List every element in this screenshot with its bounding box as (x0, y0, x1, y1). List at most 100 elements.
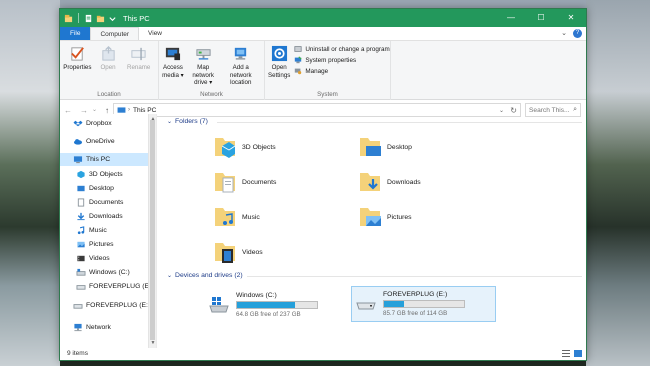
details-view-icon[interactable] (562, 350, 570, 357)
new-folder-quick-icon[interactable] (96, 14, 105, 23)
pictures-folder-icon (360, 208, 381, 226)
chevron-down-icon[interactable]: ⌄ (167, 272, 172, 279)
nav-item-pictures[interactable]: Pictures (76, 240, 114, 249)
music-icon (77, 226, 85, 235)
map-drive-label-2: drive ▾ (194, 79, 213, 86)
3d-objects-icon (77, 170, 85, 179)
nav-item-label: Network (86, 324, 111, 331)
videos-folder-icon (215, 243, 235, 263)
drive-name: FOREVERPLUG (E:) (383, 291, 448, 298)
add-location-label-1: Add a network (229, 64, 252, 79)
tab-computer[interactable]: Computer (90, 27, 140, 40)
nav-item-desktop[interactable]: Desktop (76, 184, 114, 193)
nav-item-onedrive[interactable]: OneDrive (73, 137, 115, 146)
chevron-down-icon[interactable]: ⌄ (167, 118, 172, 125)
help-icon[interactable]: ? (573, 29, 582, 38)
nav-item-music[interactable]: Music (76, 226, 107, 235)
properties-quick-icon[interactable] (84, 14, 93, 23)
close-button[interactable]: ✕ (556, 9, 586, 27)
ribbon-group-network: Access media ▾ Map network drive ▾ Add a… (159, 41, 265, 100)
downloads-folder-icon (360, 173, 380, 191)
folder-label: Desktop (387, 144, 412, 151)
usb-drive-icon (73, 304, 83, 309)
drives-section-header[interactable]: ⌄ Devices and drives (2) (167, 272, 243, 279)
nav-pane-scrollbar[interactable]: ▲ ▼ (148, 114, 156, 348)
drive-foreverplug-e[interactable]: FOREVERPLUG (E:) 85.7 GB free of 114 GB (351, 286, 496, 322)
folder-documents[interactable]: Documents (213, 169, 276, 196)
documents-folder-icon (215, 173, 235, 193)
ribbon-expand-icon[interactable]: ⌄ (561, 29, 567, 38)
section-divider (217, 122, 582, 123)
window-controls: — ☐ ✕ (496, 9, 586, 27)
quick-access-toolbar (60, 13, 117, 23)
nav-item-label: FOREVERPLUG (E:) (89, 283, 154, 290)
nav-item-foreverplug-e-root[interactable]: FOREVERPLUG (E:) (73, 301, 150, 310)
nav-item-documents[interactable]: Documents (76, 198, 123, 207)
folder-downloads[interactable]: Downloads (358, 169, 421, 196)
drive-info: FOREVERPLUG (E:) 85.7 GB free of 114 GB (383, 291, 465, 317)
system-properties-button[interactable]: System properties (294, 56, 389, 64)
open-settings-label-2: Settings (268, 71, 291, 79)
nav-item-this-pc[interactable]: This PC (60, 153, 148, 166)
tab-view[interactable]: View (139, 27, 171, 40)
file-explorer-window: This PC — ☐ ✕ File Computer View ⌄ ? Pro… (59, 8, 587, 361)
rename-icon (131, 47, 146, 61)
address-dropdown-icon[interactable]: ⌄ (499, 107, 504, 114)
windows-drive-icon (76, 268, 86, 276)
explorer-body: Dropbox OneDrive This PC 3D Objects Desk… (60, 114, 586, 348)
nav-item-dropbox[interactable]: Dropbox (73, 119, 112, 128)
maximize-button[interactable]: ☐ (526, 9, 556, 27)
nav-item-network[interactable]: Network (73, 323, 111, 332)
drive-windows-c[interactable]: Windows (C:) 64.8 GB free of 237 GB (205, 288, 350, 322)
drive-usage-fill (384, 301, 404, 307)
nav-item-downloads[interactable]: Downloads (76, 212, 123, 221)
status-bar: 9 items (60, 348, 586, 360)
folder-pictures[interactable]: Pictures (358, 204, 412, 231)
drive-usage-bar (383, 300, 465, 308)
properties-icon (70, 47, 84, 61)
drive-usage-fill (237, 302, 296, 308)
folder-music[interactable]: Music (213, 204, 260, 231)
usb-drive-icon (76, 285, 86, 290)
downloads-icon (77, 212, 85, 221)
usb-drive-icon (356, 302, 376, 310)
folder-videos[interactable]: Videos (213, 239, 263, 266)
ribbon-group-label-network: Network (200, 91, 223, 98)
documents-icon (77, 198, 85, 207)
nav-item-windows-c[interactable]: Windows (C:) (76, 268, 130, 277)
uninstall-program-button[interactable]: Uninstall or change a program (294, 45, 390, 53)
app-icon[interactable] (64, 14, 73, 23)
desktop-background-left (0, 0, 60, 366)
rename-label: Rename (126, 64, 151, 71)
nav-item-foreverplug-e[interactable]: FOREVERPLUG (E:) (76, 282, 153, 291)
network-icon (74, 323, 82, 332)
nav-item-label: Dropbox (86, 120, 112, 127)
breadcrumb-chevron-icon[interactable]: › (128, 107, 130, 113)
open-settings-label-1: Open (271, 64, 287, 71)
manage-button[interactable]: Manage (294, 67, 389, 75)
folder-desktop[interactable]: Desktop (358, 134, 412, 161)
nav-item-3d-objects[interactable]: 3D Objects (76, 170, 123, 179)
search-placeholder: Search This... (529, 106, 570, 114)
dropbox-icon (73, 120, 83, 127)
manage-icon (295, 68, 302, 75)
search-icon[interactable]: ⌕ (573, 106, 577, 114)
nav-item-label: Music (89, 227, 107, 234)
folder-label: Music (242, 214, 260, 221)
chevron-down-icon[interactable] (108, 14, 117, 23)
folders-section-header[interactable]: ⌄ Folders (7) (167, 118, 208, 125)
nav-item-videos[interactable]: Videos (76, 254, 110, 263)
manage-label: Manage (305, 67, 329, 75)
large-icons-view-icon[interactable] (574, 350, 582, 357)
media-server-icon (166, 47, 181, 61)
folder-3d-objects[interactable]: 3D Objects (213, 134, 276, 161)
ribbon-group-label-location: Location (97, 91, 121, 98)
minimize-button[interactable]: — (496, 9, 526, 27)
access-media-label-2: media ▾ (162, 71, 184, 79)
ribbon: Properties Open Rename Location Access m… (60, 41, 586, 100)
scrollbar-thumb[interactable] (150, 120, 155, 340)
desktop-background-right (586, 0, 650, 366)
breadcrumb-this-pc[interactable]: This PC (133, 107, 156, 114)
tab-file[interactable]: File (60, 27, 91, 40)
3d-objects-folder-icon (215, 138, 236, 158)
